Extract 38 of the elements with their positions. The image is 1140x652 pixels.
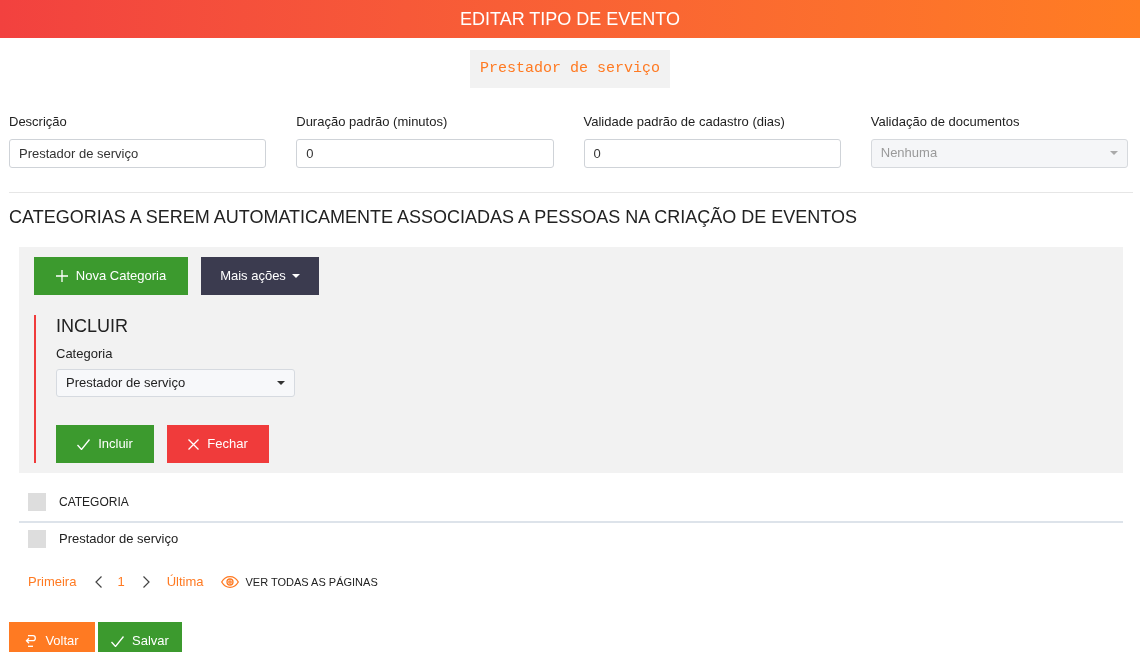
check-icon — [111, 635, 125, 647]
input-field[interactable]: 0 — [296, 138, 554, 168]
plus-icon — [55, 269, 68, 282]
table-cell-text: Prestador de serviço — [59, 530, 179, 549]
new-category-button[interactable]: Nova Categoria — [34, 256, 188, 295]
caret-icon — [1110, 151, 1118, 155]
page-title: EDITAR TIPO DE EVENTO — [459, 7, 680, 31]
save-button[interactable]: Salvar — [98, 622, 182, 652]
field-label: Descrição — [9, 113, 68, 131]
include-button[interactable]: Incluir — [56, 425, 154, 463]
input-field[interactable]: 0 — [583, 138, 841, 168]
input-field[interactable]: Prestador de serviço — [9, 138, 267, 168]
field-label: Validade padrão de cadastro (dias) — [583, 113, 786, 131]
chevron-left-icon[interactable] — [95, 576, 103, 588]
more-actions-button[interactable]: Mais ações — [201, 256, 319, 295]
field-label: Validação de documentos — [870, 113, 1021, 131]
field-label: Duração padrão (minutos) — [296, 113, 449, 131]
eye-icon — [221, 576, 240, 588]
field-label: Categoria — [56, 344, 114, 363]
back-button[interactable]: Voltar — [9, 622, 95, 652]
last-page-link[interactable]: Última — [166, 572, 204, 592]
caret-icon — [291, 273, 300, 278]
select-field[interactable]: Prestador de serviço — [56, 369, 295, 397]
chevron-right-icon[interactable] — [142, 576, 150, 588]
checkbox[interactable] — [28, 530, 46, 548]
check-icon — [77, 438, 91, 450]
view-all-pages-link[interactable]: VER TODAS AS PÁGINAS — [245, 573, 378, 591]
checkbox[interactable] — [28, 493, 46, 511]
caret-icon — [277, 381, 285, 385]
first-page-link[interactable]: Primeira — [28, 572, 77, 592]
form-title: INCLUIR — [56, 314, 129, 337]
name-badge: Prestador de serviço — [470, 50, 670, 88]
page-link[interactable]: 1 — [117, 572, 125, 592]
column-header: CATEGORIA — [59, 494, 129, 511]
close-icon — [188, 438, 200, 450]
section-heading: CATEGORIAS A SEREM AUTOMATICAMENTE ASSOCIADAS A PESSOAS NA CRIAÇÃO DE EVENTOS — [8, 205, 858, 229]
return-arrow-icon — [25, 635, 37, 647]
close-button[interactable]: Fechar — [167, 425, 269, 463]
